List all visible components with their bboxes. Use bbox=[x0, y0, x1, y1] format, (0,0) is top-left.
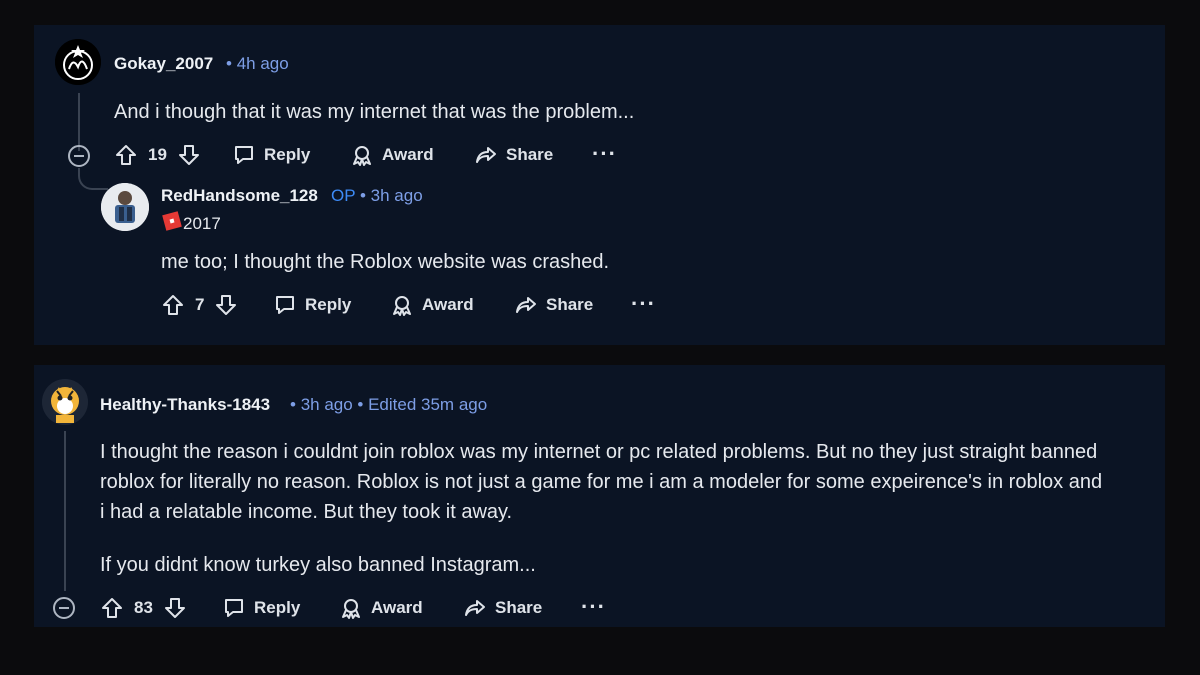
comment-line: i had a relatable income. But they took … bbox=[100, 501, 513, 523]
comment-meta: OP • 3h ago bbox=[331, 186, 423, 205]
award-icon bbox=[350, 143, 374, 167]
username[interactable]: RedHandsome_128 bbox=[161, 186, 318, 206]
award-icon bbox=[390, 293, 414, 317]
comment-paragraph: I thought the reason i couldnt join robl… bbox=[100, 437, 1102, 527]
avatar[interactable] bbox=[55, 39, 101, 85]
comment-icon bbox=[273, 293, 297, 317]
op-badge: OP bbox=[331, 186, 356, 205]
timestamp[interactable]: 3h ago bbox=[301, 395, 353, 414]
comment-line: roblox for literally no reason. Roblox i… bbox=[100, 471, 1103, 493]
vote-count: 83 bbox=[134, 598, 153, 617]
award-button[interactable]: Award bbox=[339, 596, 423, 620]
comment-text: And i though that it was my internet tha… bbox=[114, 101, 635, 123]
reply-label: Reply bbox=[254, 598, 301, 617]
comment-meta: • 4h ago bbox=[226, 54, 289, 73]
award-icon bbox=[339, 596, 363, 620]
roblox-logo-icon bbox=[161, 210, 183, 237]
share-label: Share bbox=[506, 145, 554, 164]
timestamp[interactable]: 4h ago bbox=[237, 54, 289, 73]
comment-icon bbox=[232, 143, 256, 167]
more-options-button[interactable]: ··· bbox=[592, 141, 617, 167]
reply-label: Reply bbox=[305, 295, 352, 314]
upvote-icon[interactable] bbox=[161, 293, 185, 317]
share-icon bbox=[474, 143, 498, 167]
downvote-icon[interactable] bbox=[177, 143, 201, 167]
reply-button[interactable]: Reply bbox=[222, 596, 300, 620]
comment-line: I thought the reason i couldnt join robl… bbox=[100, 441, 1098, 463]
share-label: Share bbox=[495, 598, 543, 617]
username[interactable]: Healthy-Thanks-1843 bbox=[100, 395, 270, 415]
more-options-button[interactable]: ··· bbox=[631, 291, 656, 317]
share-button[interactable]: Share bbox=[514, 293, 593, 317]
award-label: Award bbox=[422, 295, 474, 314]
vote-control: 83 bbox=[100, 596, 187, 620]
upvote-icon[interactable] bbox=[114, 143, 138, 167]
share-button[interactable]: Share bbox=[474, 143, 553, 167]
comment-thread-1: Gokay_2007 • 4h ago And i though that it… bbox=[34, 25, 1165, 345]
edited-indicator: Edited 35m ago bbox=[368, 395, 488, 414]
vote-count: 19 bbox=[148, 145, 167, 164]
username[interactable]: Gokay_2007 bbox=[114, 54, 213, 74]
share-button[interactable]: Share bbox=[463, 596, 542, 620]
timestamp[interactable]: 3h ago bbox=[371, 186, 423, 205]
thread-line[interactable] bbox=[64, 431, 66, 591]
comment-text: me too; I thought the Roblox website was… bbox=[161, 251, 610, 273]
avatar[interactable] bbox=[101, 183, 149, 231]
collapse-thread-button[interactable] bbox=[53, 597, 75, 619]
comment-icon bbox=[222, 596, 246, 620]
thread-line[interactable] bbox=[78, 93, 80, 151]
user-flair: 2017 bbox=[161, 210, 221, 237]
share-icon bbox=[463, 596, 487, 620]
award-button[interactable]: Award bbox=[350, 143, 434, 167]
vote-control: 19 bbox=[114, 143, 201, 167]
comment-thread-2: Healthy-Thanks-1843 • 3h ago • Edited 35… bbox=[34, 365, 1165, 627]
thread-line[interactable] bbox=[78, 168, 108, 190]
reply-label: Reply bbox=[264, 145, 311, 164]
comment-text: If you didnt know turkey also banned Ins… bbox=[100, 554, 536, 576]
award-button[interactable]: Award bbox=[390, 293, 474, 317]
share-label: Share bbox=[546, 295, 594, 314]
award-label: Award bbox=[371, 598, 423, 617]
reply-button[interactable]: Reply bbox=[273, 293, 351, 317]
downvote-icon[interactable] bbox=[214, 293, 238, 317]
vote-count: 7 bbox=[195, 295, 205, 314]
award-label: Award bbox=[382, 145, 434, 164]
share-icon bbox=[514, 293, 538, 317]
comment-meta: • 3h ago • Edited 35m ago bbox=[290, 395, 488, 414]
upvote-icon[interactable] bbox=[100, 596, 124, 620]
downvote-icon[interactable] bbox=[163, 596, 187, 620]
vote-control: 7 bbox=[161, 293, 238, 317]
avatar[interactable] bbox=[42, 379, 88, 425]
reply-button[interactable]: Reply bbox=[232, 143, 310, 167]
collapse-thread-button[interactable] bbox=[68, 145, 90, 167]
more-options-button[interactable]: ··· bbox=[581, 594, 606, 620]
flair-text: 2017 bbox=[183, 213, 221, 233]
